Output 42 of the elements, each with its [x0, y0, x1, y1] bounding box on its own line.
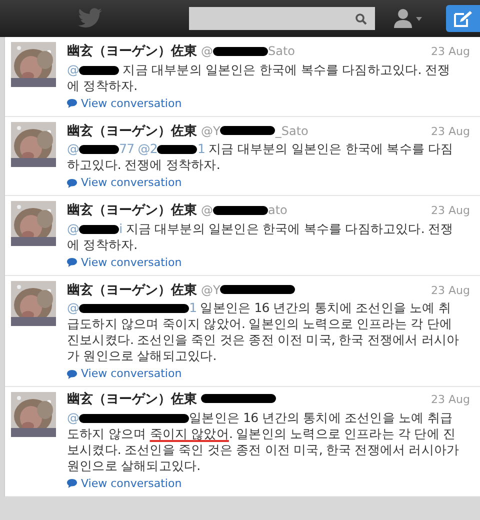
speech-bubble-icon — [67, 258, 77, 267]
view-conversation-link[interactable]: View conversation — [67, 176, 182, 190]
tweet-text: @ 일본인은 16 년간의 통치에 조선인을 노예 취급도하지 않으며 죽이지 않았어. 일본인의 노력으로 인프라는 각 단에 진보시켰다. 조선인을 죽인 것은 종전 이전 미국, 한국 전쟁에서 러시아가 원인으로 살해되고있다. — [67, 410, 460, 474]
tweet-date[interactable]: 23 Aug — [431, 282, 470, 299]
tweet-text: @ 77 @2 1 지금 대부분의 일본인은 한국에 복수를 다짐하고있다. 전쟁에 정착하자. — [67, 141, 454, 173]
caret-icon[interactable] — [416, 17, 422, 21]
view-conversation-link[interactable]: View conversation — [67, 256, 182, 270]
speech-bubble-icon — [67, 479, 77, 488]
user-name[interactable]: 幽玄（ヨーゲン）佐東 — [67, 282, 197, 298]
person-icon[interactable] — [394, 8, 412, 28]
speech-bubble-icon — [67, 178, 77, 188]
redaction-mark — [213, 46, 268, 56]
tweet-date[interactable]: 23 Aug — [431, 44, 470, 60]
tweet-date[interactable]: 23 Aug — [431, 124, 470, 140]
view-conversation-link[interactable]: View conversation — [67, 476, 182, 490]
redaction-mark — [220, 126, 276, 135]
user-handle: ato — [268, 202, 288, 219]
tweet-text: @ 1 일본인은 16 년간의 통치에 조선인을 노예 취급도하지 않으며 죽이지 않았어. 일본인의 노력으로 인프라는 각 단에 진보시켰다. 조선인을 죽인 것은 종전 이전 미국, 한국 전쟁에서 러시아가 원인으로 살해되고있다. — [67, 300, 460, 364]
user-handle: _Sato — [275, 122, 308, 140]
speech-bubble-icon — [67, 99, 77, 108]
bird-icon[interactable] — [78, 8, 102, 28]
user-name[interactable]: 幽玄（ヨーゲン）佐東 — [67, 203, 197, 219]
user-handle: Sato — [268, 43, 296, 60]
speech-bubble-icon — [67, 370, 77, 378]
search-field[interactable] — [189, 7, 375, 30]
redaction-mark — [213, 206, 268, 214]
view-conversation-link[interactable]: View conversation — [67, 96, 182, 110]
compose-button[interactable] — [446, 5, 480, 32]
search-icon — [355, 12, 367, 24]
user-name[interactable]: 幽玄（ヨーゲン）佐東 — [67, 392, 197, 408]
tweet-text: @ i 지금 대부분의 일본인은 한국에 복수를 다짐하고있다. 전쟁에 정착하자. — [67, 220, 454, 252]
user-handle: @Y — [201, 122, 220, 140]
tweet-date[interactable]: 23 Aug — [431, 392, 470, 408]
user-handle: @ — [201, 202, 213, 219]
view-conversation-link[interactable]: View conversation — [67, 367, 182, 381]
tweet-text: @ 지금 대부분의 일본인은 한국에 복수를 다짐하고있다. 전쟁에 정착하자. — [67, 62, 452, 94]
tweet-date[interactable]: 23 Aug — [431, 203, 470, 220]
compose-icon — [454, 10, 472, 26]
user-handle: @Y — [201, 282, 220, 298]
user-name[interactable]: 幽玄（ヨーゲン）佐東 — [67, 44, 197, 60]
user-name[interactable]: 幽玄（ヨーゲン）佐東 — [67, 124, 197, 140]
user-handle: @ — [201, 43, 213, 60]
